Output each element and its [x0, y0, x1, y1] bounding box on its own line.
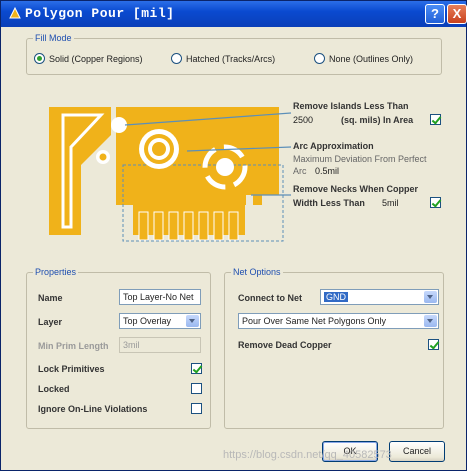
connect-net-value: GND [324, 292, 348, 302]
connect-net-select[interactable]: GND [320, 289, 439, 305]
arc-value: 0.5mil [315, 166, 340, 176]
radio-hatched-dot[interactable] [171, 53, 182, 64]
radio-none-dot[interactable] [314, 53, 325, 64]
arc-desc: Maximum Deviation From Perfect [293, 154, 427, 164]
polygon-pour-icon [9, 7, 21, 19]
net-options-legend: Net Options [233, 267, 281, 277]
locked-checkbox[interactable] [191, 383, 202, 394]
layer-select[interactable]: Top Overlay [119, 313, 201, 329]
ignore-violations-checkbox[interactable] [191, 403, 202, 414]
layer-label: Layer [38, 317, 63, 327]
necks-title: Remove Necks When Copper [293, 184, 419, 194]
chevron-down-icon[interactable] [424, 315, 437, 327]
remove-dead-copper-label: Remove Dead Copper [238, 340, 332, 350]
radio-hatched-label: Hatched (Tracks/Arcs) [186, 53, 276, 64]
ignore-violations-label: Ignore On-Line Violations [38, 404, 148, 414]
fill-mode-legend: Fill Mode [35, 33, 72, 43]
polygon-pour-illustration [49, 107, 292, 242]
arc-label: Arc [293, 166, 307, 176]
arc-title: Arc Approximation [293, 141, 374, 151]
necks-label: Width Less Than [293, 198, 365, 208]
min-prim-label: Min Prim Length [38, 341, 109, 351]
min-prim-field[interactable]: 3mil [119, 337, 201, 353]
lock-primitives-label: Lock Primitives [38, 364, 105, 374]
radio-none-label: None (Outlines Only) [329, 53, 414, 64]
layer-value: Top Overlay [123, 316, 172, 326]
polygon-pour-dialog: Polygon Pour [mil] ? X Fill Mode Solid (… [0, 0, 467, 471]
remove-islands-checkbox[interactable] [430, 114, 441, 125]
radio-none[interactable]: None (Outlines Only) [314, 53, 413, 64]
lock-primitives-checkbox[interactable] [191, 363, 202, 374]
chevron-down-icon[interactable] [186, 315, 199, 327]
close-button[interactable]: X [447, 4, 467, 24]
radio-solid[interactable]: Solid (Copper Regions) [34, 53, 143, 64]
pour-over-value: Pour Over Same Net Polygons Only [242, 316, 387, 326]
name-label: Name [38, 293, 63, 303]
locked-label: Locked [38, 384, 70, 394]
name-field[interactable]: Top Layer-No Net [119, 289, 201, 305]
islands-title: Remove Islands Less Than [293, 101, 409, 111]
connect-net-label: Connect to Net [238, 293, 302, 303]
cancel-button[interactable]: Cancel [389, 441, 445, 462]
watermark: https://blog.csdn.net/qq_40582573 [223, 449, 392, 461]
islands-unit: (sq. mils) In Area [341, 115, 414, 125]
pour-over-select[interactable]: Pour Over Same Net Polygons Only [238, 313, 439, 329]
radio-hatched[interactable]: Hatched (Tracks/Arcs) [171, 53, 275, 64]
radio-solid-dot[interactable] [34, 53, 45, 64]
window-title: Polygon Pour [mil] [25, 6, 175, 21]
necks-value: 5mil [382, 198, 399, 208]
radio-solid-label: Solid (Copper Regions) [49, 53, 143, 64]
chevron-down-icon[interactable] [424, 291, 437, 303]
help-button[interactable]: ? [425, 4, 445, 24]
remove-dead-copper-checkbox[interactable] [428, 339, 439, 350]
remove-necks-checkbox[interactable] [430, 197, 441, 208]
title-bar[interactable]: Polygon Pour [mil] ? X [1, 1, 467, 27]
properties-legend: Properties [35, 267, 77, 277]
islands-value: 2500 [293, 115, 314, 125]
